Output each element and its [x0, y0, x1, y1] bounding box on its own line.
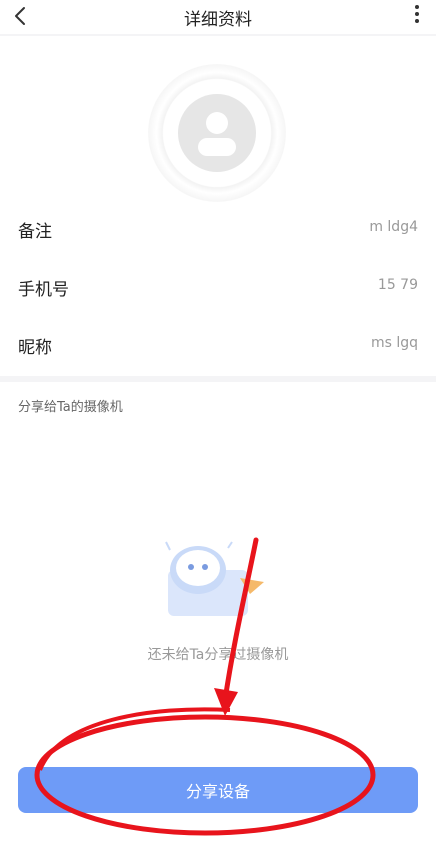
user-avatar-icon [178, 94, 256, 172]
nickname-row[interactable]: 昵称 ms lgq [0, 317, 436, 375]
empty-state-robot-icon [165, 541, 264, 616]
nickname-label: 昵称 [18, 338, 52, 358]
phone-row[interactable]: 手机号 15 79 [0, 259, 436, 317]
remark-value: m ldg4 [369, 219, 418, 235]
more-vertical-icon[interactable] [414, 3, 420, 27]
phone-value: 15 79 [377, 277, 418, 293]
shared-cameras-section: 分享给Ta的摄像机 还未给Ta分享过摄像机 分享设备 [0, 382, 436, 842]
remark-label: 备注 [18, 222, 52, 242]
page-title: 详细资料 [184, 10, 252, 30]
top-bar: 详细资料 [0, 0, 436, 34]
empty-state-text: 还未给Ta分享过摄像机 [147, 647, 289, 663]
remark-row[interactable]: 备注 m ldg4 [0, 201, 436, 259]
section-title: 分享给Ta的摄像机 [18, 400, 123, 415]
phone-label: 手机号 [18, 280, 69, 300]
share-device-button[interactable]: 分享设备 [18, 767, 418, 813]
profile-card: 备注 m ldg4 手机号 15 79 昵称 ms lgq [0, 36, 436, 376]
nickname-value: ms lgq [370, 335, 418, 351]
